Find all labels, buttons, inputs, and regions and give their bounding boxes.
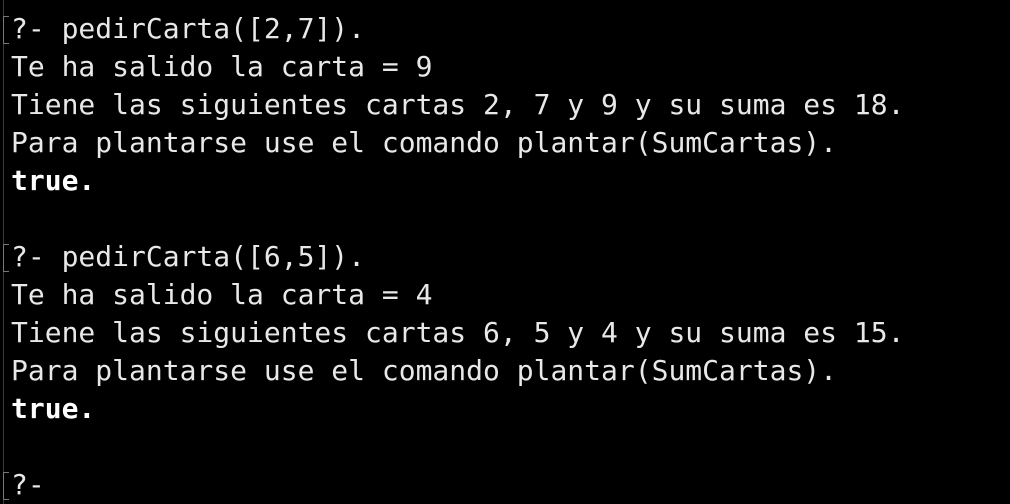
input-prompt[interactable]: ?- bbox=[0, 466, 1010, 504]
query-line: ?- pedirCarta([6,5]). bbox=[11, 240, 366, 273]
output-line: Tiene las siguientes cartas 2, 7 y 9 y s… bbox=[11, 88, 905, 121]
terminal-window[interactable]: ?- pedirCarta([2,7]). Te ha salido la ca… bbox=[0, 0, 1010, 504]
output-line: Te ha salido la carta = 9 bbox=[11, 50, 433, 83]
output-line: Te ha salido la carta = 4 bbox=[11, 278, 433, 311]
result-line: true. bbox=[11, 164, 96, 197]
output-line: Para plantarse use el comando plantar(Su… bbox=[11, 354, 838, 387]
result-line: true. bbox=[11, 392, 96, 425]
output-line: Tiene las siguientes cartas 6, 5 y 4 y s… bbox=[11, 316, 905, 349]
query-line: ?- pedirCarta([2,7]). bbox=[11, 12, 366, 45]
prompt-marker-icon bbox=[3, 16, 9, 44]
output-line: Para plantarse use el comando plantar(Su… bbox=[11, 126, 838, 159]
prompt-marker-icon bbox=[3, 244, 9, 272]
prompt-marker-icon bbox=[3, 472, 9, 500]
